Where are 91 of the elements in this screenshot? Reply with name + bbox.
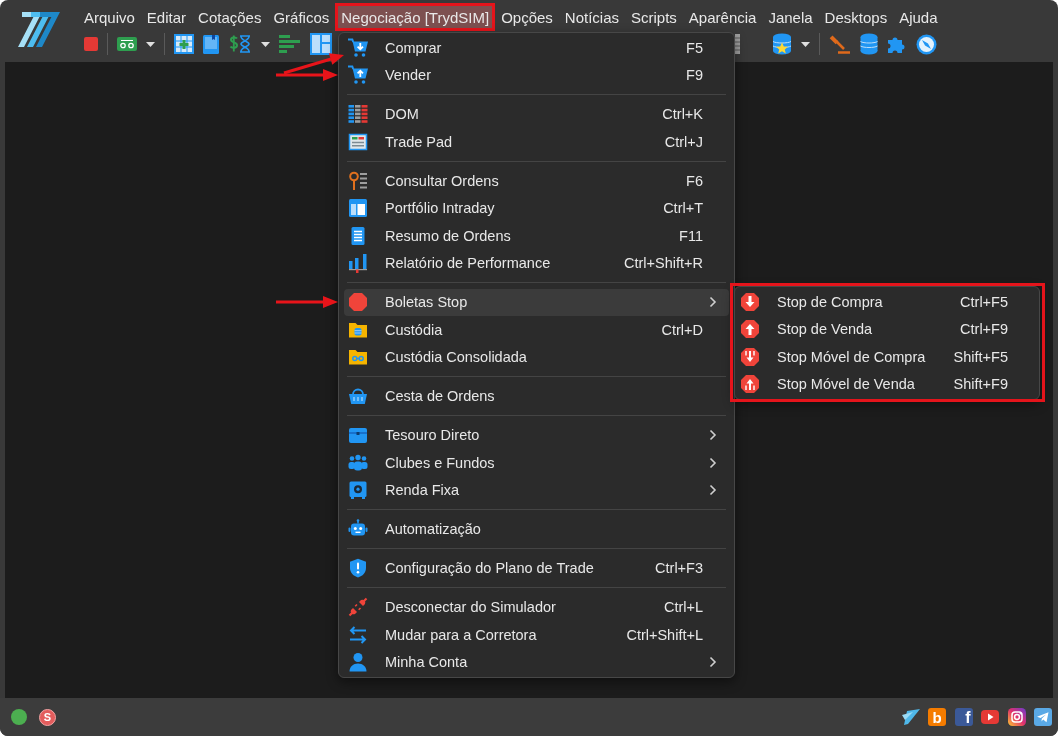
menu-item[interactable]: Custódia Consolidada: [344, 343, 729, 371]
layout-icon: [348, 198, 368, 219]
shortcut-text: Ctrl+F5: [960, 293, 1008, 310]
menu-item[interactable]: Cesta de Ordens: [344, 382, 729, 410]
menu-item[interactable]: DOM Ctrl+K: [344, 100, 729, 128]
menubar-item[interactable]: Gráficos: [267, 3, 336, 31]
chest-icon: [348, 425, 368, 446]
menu-item[interactable]: Tesouro Direto: [344, 421, 729, 449]
search-list-icon: [348, 170, 368, 191]
menu-item[interactable]: Vender F9: [344, 61, 729, 89]
menu-item[interactable]: Stop de Venda Ctrl+F9: [739, 315, 1034, 343]
shortcut-text: Shift+F5: [953, 348, 1008, 365]
shortcut-text: Ctrl+L: [663, 599, 703, 616]
menubar-item[interactable]: Arquivo: [78, 3, 141, 31]
menu-item[interactable]: Stop de Compra Ctrl+F5: [739, 288, 1034, 316]
menu-item[interactable]: Automatização: [344, 515, 729, 543]
play-icon[interactable]: [981, 710, 999, 724]
shortcut-text: F11: [679, 227, 703, 244]
menubar-item[interactable]: Janela: [762, 3, 819, 31]
menu-item[interactable]: Comprar F5: [344, 34, 729, 62]
document-icon: [348, 225, 368, 246]
menu-item[interactable]: Minha Conta: [344, 648, 729, 676]
shortcut-text: Ctrl+Shift+R: [624, 255, 703, 272]
table-plus-icon[interactable]: [174, 34, 194, 54]
menubar-item[interactable]: Desktops: [818, 3, 894, 31]
folder-icon: [348, 347, 368, 368]
menu-item[interactable]: Consultar Ordens F6: [344, 167, 729, 195]
database-icon[interactable]: [860, 33, 878, 55]
menu-item[interactable]: Trade Pad Ctrl+J: [344, 128, 729, 156]
menu-item[interactable]: Desconectar do Simulador Ctrl+L: [344, 593, 729, 621]
caret-icon[interactable]: [146, 41, 155, 47]
shortcut-text: F5: [686, 39, 703, 56]
shortcut-text: F9: [686, 67, 703, 84]
octagon-arrow-down-icon: [740, 291, 760, 312]
caret-icon[interactable]: [801, 41, 810, 47]
compass-icon[interactable]: [916, 33, 937, 55]
shortcut-text: Ctrl+T: [663, 200, 703, 217]
menu-item[interactable]: Clubes e Fundos: [344, 449, 729, 477]
basket-icon: [348, 386, 368, 407]
book-icon[interactable]: [203, 34, 219, 54]
shortcut-text: Ctrl+J: [664, 133, 703, 150]
menu-item[interactable]: Stop Móvel de Venda Shift+F9: [739, 370, 1034, 398]
menu-item[interactable]: Stop Móvel de Compra Shift+F5: [739, 343, 1034, 371]
menu-item[interactable]: Renda Fixa: [344, 476, 729, 504]
dollar-hourglass-icon[interactable]: [228, 34, 252, 54]
table-grid-icon: [348, 104, 368, 125]
menu-item[interactable]: Resumo de Ordens F11: [344, 222, 729, 250]
shortcut-text: Ctrl+F9: [960, 321, 1008, 338]
cart-icon: [348, 37, 368, 58]
octagon-arrow-down-icon: [740, 346, 760, 367]
octagon-arrow-up-icon: [740, 374, 760, 395]
cart-icon: [348, 65, 368, 86]
menubar-item[interactable]: Negociação [TrydSIM]: [335, 3, 496, 31]
shortcut-text: Ctrl+F3: [655, 560, 703, 577]
menu-item[interactable]: Portfólio Intraday Ctrl+T: [344, 194, 729, 222]
logo-icon[interactable]: [900, 708, 920, 726]
shortcut-text: Ctrl+K: [662, 106, 703, 123]
shortcut-text: Ctrl+D: [661, 321, 703, 338]
menubar-item[interactable]: Aparência: [682, 3, 763, 31]
menu-item[interactable]: Configuração do Plano de Trade Ctrl+F3: [344, 554, 729, 582]
gavel-icon[interactable]: [829, 34, 851, 54]
cassette-icon[interactable]: [117, 37, 137, 51]
octagon-icon: [348, 292, 368, 313]
camera-icon[interactable]: [1007, 708, 1026, 726]
octagon-arrow-up-icon: [740, 319, 760, 340]
menubar-item[interactable]: Cotações: [192, 3, 268, 31]
caret-icon[interactable]: [261, 41, 270, 47]
paper-plane-icon[interactable]: [1034, 708, 1052, 726]
shortcut-text: Shift+F9: [953, 376, 1008, 393]
shortcut-text: Ctrl+Shift+L: [626, 626, 703, 643]
horizontal-bars-icon[interactable]: [279, 34, 301, 54]
social-link[interactable]: f: [954, 708, 973, 726]
people-icon: [348, 452, 368, 473]
shield-icon: [348, 558, 368, 579]
menubar-item[interactable]: Opções: [495, 3, 559, 31]
menubar-item[interactable]: Editar: [140, 3, 193, 31]
bar-chart-icon: [348, 253, 368, 274]
menu-item[interactable]: Mudar para a Corretora Ctrl+Shift+L: [344, 621, 729, 649]
user-icon: [348, 652, 368, 673]
swap-arrows-icon: [348, 624, 368, 645]
database-star-icon[interactable]: [772, 33, 792, 55]
safe-icon: [348, 480, 368, 501]
plug-icon: [348, 597, 368, 618]
shortcut-text: F6: [686, 172, 703, 189]
menu-item[interactable]: Relatório de Performance Ctrl+Shift+R: [344, 249, 729, 277]
table-icon: [348, 131, 368, 152]
menubar-item[interactable]: Ajuda: [893, 3, 944, 31]
menubar-item[interactable]: Notícias: [558, 3, 625, 31]
menu-item[interactable]: Custódia Ctrl+D: [344, 316, 729, 344]
mode-badge: S: [39, 708, 56, 726]
menubar-item[interactable]: Scripts: [625, 3, 683, 31]
